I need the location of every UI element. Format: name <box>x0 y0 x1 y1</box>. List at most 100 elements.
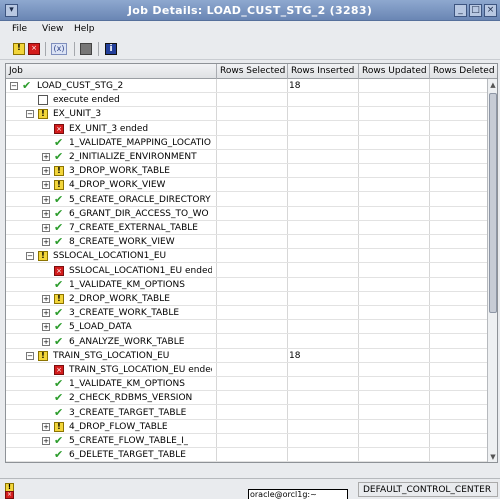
tree-row[interactable]: −! EX_UNIT_3 <box>6 107 487 122</box>
terminal-taskbar-item[interactable]: oracle@orcl1g:~ <box>248 489 348 499</box>
tree-row[interactable]: ✔ 3_CREATE_TARGET_TABLE <box>6 406 487 420</box>
variables-icon[interactable]: (x) <box>51 43 67 55</box>
tree-row[interactable]: + ✔ 5_LOAD_DATA <box>6 320 487 335</box>
stop-icon[interactable] <box>80 43 92 55</box>
job-step-name: 2_CHECK_RDBMS_VERSION <box>69 393 193 404</box>
expand-icon[interactable]: + <box>42 238 50 247</box>
collapse-icon[interactable]: − <box>26 110 34 119</box>
expand-icon[interactable]: + <box>42 153 50 161</box>
tree-row[interactable]: −! SSLOCAL_LOCATION1_EU <box>6 249 487 264</box>
tree-row[interactable]: + ✔ 3_CREATE_WORK_TABLE <box>6 306 487 321</box>
warning-icon: ! <box>54 421 64 432</box>
expand-icon[interactable]: + <box>42 181 50 190</box>
tree-row[interactable]: + ✔ 6_ANALYZE_WORK_TABLE <box>6 335 487 349</box>
minimize-icon[interactable]: _ <box>454 4 467 17</box>
tree-row[interactable]: execute ended <box>6 93 487 108</box>
expand-icon[interactable]: + <box>42 323 50 332</box>
tree-row[interactable]: −! TRAIN_STG_LOCATION_EU 18 <box>6 349 487 363</box>
tree-row[interactable]: + ✔ 5_CREATE_FLOW_TABLE_I_ <box>6 434 487 448</box>
tree-row[interactable]: + ✔ 7_CREATE_EXTERNAL_TABLE <box>6 221 487 235</box>
tree-row[interactable]: + ✔ 2_INITIALIZE_ENVIRONMENT <box>6 150 487 164</box>
rows-inserted-value: 18 <box>289 81 301 91</box>
tree-row[interactable]: ✔ 1_VALIDATE_KM_OPTIONS <box>6 278 487 292</box>
vertical-scrollbar[interactable]: ▲ ▼ <box>487 79 497 462</box>
job-step-name: 1_VALIDATE_KM_OPTIONS <box>69 379 185 390</box>
job-step-name: 5_CREATE_FLOW_TABLE_I_ <box>69 436 189 446</box>
tree-row[interactable]: × EX_UNIT_3 ended <box>6 122 487 136</box>
expand-icon[interactable]: + <box>42 437 50 445</box>
column-header-job[interactable]: Job <box>6 64 217 79</box>
tree-row[interactable]: +! 2_DROP_WORK_TABLE <box>6 292 487 306</box>
tree-row[interactable]: + ✔ 5_CREATE_ORACLE_DIRECTORY <box>6 193 487 207</box>
tree-row[interactable]: ✔ 6_DELETE_TARGET_TABLE <box>6 448 487 462</box>
error-filter-icon[interactable]: × <box>28 43 40 55</box>
tree-row[interactable]: +! 4_DROP_FLOW_TABLE <box>6 420 487 434</box>
tree-row[interactable]: +! 3_DROP_WORK_TABLE <box>6 164 487 179</box>
menu-bar: File View Help <box>0 21 500 38</box>
expand-icon[interactable]: + <box>42 422 50 431</box>
control-center-label: DEFAULT_CONTROL_CENTER <box>358 482 498 497</box>
menu-help[interactable]: Help <box>74 24 95 34</box>
collapse-icon[interactable]: − <box>10 82 18 90</box>
expand-icon[interactable]: + <box>42 295 50 303</box>
error-icon: × <box>54 265 64 276</box>
warning-icon: ! <box>38 350 48 361</box>
menu-view[interactable]: View <box>42 24 63 34</box>
column-header-rows-inserted[interactable]: Rows Inserted <box>288 64 359 79</box>
success-check-icon: ✔ <box>54 192 64 206</box>
job-step-name: 6_GRANT_DIR_ACCESS_TO_WO <box>69 208 209 219</box>
tree-row[interactable]: × SSLOCAL_LOCATION1_EU ended <box>6 264 487 278</box>
job-step-name: SSLOCAL_LOCATION1_EU ended <box>69 265 212 276</box>
job-step-name: 7_CREATE_EXTERNAL_TABLE <box>69 223 198 233</box>
success-check-icon: ✔ <box>54 150 64 163</box>
job-step-name: 5_LOAD_DATA <box>69 322 132 333</box>
scroll-down-arrow-icon[interactable]: ▼ <box>489 452 497 462</box>
maximize-icon[interactable]: □ <box>469 4 482 17</box>
scroll-up-arrow-icon[interactable]: ▲ <box>489 80 497 90</box>
warning-icon: ! <box>54 180 64 191</box>
tree-row[interactable]: × TRAIN_STG_LOCATION_EU ended <box>6 363 487 377</box>
collapse-icon[interactable]: − <box>26 351 34 360</box>
job-step-name: 6_ANALYZE_WORK_TABLE <box>69 336 185 347</box>
job-step-name: execute ended <box>53 95 120 106</box>
job-step-name: TRAIN_STG_LOCATION_EU <box>53 350 170 361</box>
close-icon[interactable]: × <box>484 4 497 17</box>
tree-row[interactable]: ✔ 1_VALIDATE_KM_OPTIONS <box>6 377 487 392</box>
column-header-rows-deleted[interactable]: Rows Deleted <box>430 64 497 79</box>
tree-row[interactable]: − ✔ LOAD_CUST_STG_2 18 <box>6 79 487 93</box>
job-step-name: 5_CREATE_ORACLE_DIRECTORY <box>69 194 211 205</box>
expand-icon[interactable]: + <box>42 167 50 176</box>
expand-icon[interactable]: + <box>42 195 50 204</box>
job-step-name: LOAD_CUST_STG_2 <box>37 81 124 91</box>
job-step-name: 3_CREATE_WORK_TABLE <box>69 308 180 319</box>
success-check-icon: ✔ <box>54 135 64 149</box>
expand-icon[interactable]: + <box>42 224 50 232</box>
success-check-icon: ✔ <box>54 320 64 334</box>
expand-icon[interactable]: + <box>42 337 50 346</box>
title-bar[interactable]: ▾ Job Details: LOAD_CUST_STG_2 (3283) _ … <box>0 0 500 21</box>
success-check-icon: ✔ <box>54 334 64 348</box>
success-check-icon: ✔ <box>54 391 64 405</box>
tree-row[interactable]: +! 4_DROP_WORK_VIEW <box>6 178 487 193</box>
expand-icon[interactable]: + <box>42 209 50 218</box>
tree-row[interactable]: ✔ 2_CHECK_RDBMS_VERSION <box>6 391 487 406</box>
success-check-icon: ✔ <box>22 79 32 92</box>
column-header-rows-selected[interactable]: Rows Selected <box>217 64 288 79</box>
tree-row[interactable]: + ✔ 8_CREATE_WORK_VIEW <box>6 235 487 250</box>
job-step-name: 6_DELETE_TARGET_TABLE <box>69 450 186 461</box>
column-header-rows-updated[interactable]: Rows Updated <box>359 64 430 79</box>
collapse-icon[interactable]: − <box>26 252 34 261</box>
job-step-name: EX_UNIT_3 <box>53 109 102 120</box>
warning-filter-icon[interactable]: ! <box>13 43 25 55</box>
job-step-name: 4_DROP_FLOW_TABLE <box>69 421 168 432</box>
menu-file[interactable]: File <box>12 24 27 34</box>
scrollbar-thumb[interactable] <box>489 93 497 313</box>
expand-icon[interactable]: + <box>42 309 50 318</box>
tree-row[interactable]: ✔ 1_VALIDATE_MAPPING_LOCATIO <box>6 136 487 150</box>
job-step-name: 3_CREATE_TARGET_TABLE <box>69 407 187 418</box>
job-step-name: 3_DROP_WORK_TABLE <box>69 166 170 177</box>
info-icon[interactable]: i <box>105 43 117 55</box>
success-check-icon: ✔ <box>54 405 64 419</box>
tree-row[interactable]: + ✔ 6_GRANT_DIR_ACCESS_TO_WO <box>6 207 487 221</box>
success-check-icon: ✔ <box>54 221 64 234</box>
